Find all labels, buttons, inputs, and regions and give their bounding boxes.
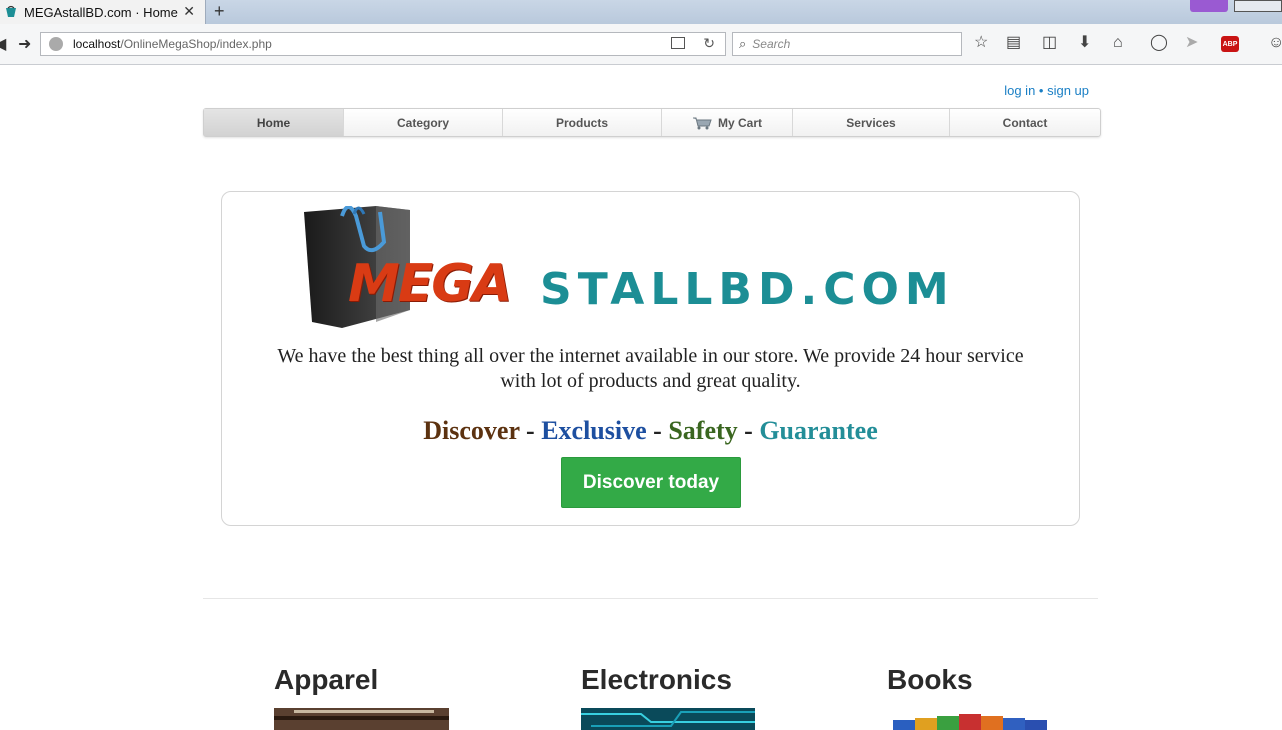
menu-item-my-cart[interactable]: My Cart [661,109,792,136]
cart-icon [692,117,712,129]
download-icon[interactable]: ⬇ [1078,35,1091,51]
reader-view-icon[interactable] [671,37,685,49]
extension-icon[interactable] [1190,0,1228,12]
site-info-icon[interactable] [49,37,63,51]
new-tab-button[interactable]: + [214,1,225,22]
back-arrow-icon[interactable]: ◀ [0,34,6,54]
hero-slogan: Discover - Exclusive - Safety - Guarante… [222,416,1079,446]
slogan-exclusive: Exclusive [541,416,647,445]
window-restore-button[interactable] [1234,0,1282,12]
section-divider [203,598,1098,599]
reload-icon[interactable]: ↻ [703,35,715,52]
category-image-electronics[interactable] [581,708,755,730]
slogan-dash-2: - [646,416,669,445]
category-title-books[interactable]: Books [887,664,973,696]
logo-domain-text: STALLBD.COM [540,264,955,315]
site-favicon-icon [6,5,16,17]
url-host: localhost [73,37,121,51]
main-menu: Home Category Products My Cart Services … [203,108,1101,137]
search-icon: ⌕ [739,36,747,51]
window-controls [1190,0,1282,12]
tab-title: MEGAstallBD.com · Home [24,4,178,20]
slogan-safety: Safety [668,416,738,445]
category-title-electronics[interactable]: Electronics [581,664,732,696]
browser-toolbar: ◀ ➜ localhost/OnlineMegaShop/index.php ↻… [0,24,1282,65]
url-text: localhost/OnlineMegaShop/index.php [73,37,272,51]
menu-item-contact[interactable]: Contact [949,109,1100,136]
browser-tab[interactable]: MEGAstallBD.com · Home ✕ [0,0,206,24]
hero-description: We have the best thing all over the inte… [277,345,1024,392]
address-bar[interactable]: localhost/OnlineMegaShop/index.php ↻ [40,32,726,56]
menu-item-services[interactable]: Services [792,109,949,136]
url-path: /OnlineMegaShop/index.php [120,37,272,51]
browser-tab-bar: MEGAstallBD.com · Home ✕ + [0,0,1282,24]
menu-item-my-cart-label: My Cart [717,115,762,130]
auth-links: log in • sign up [1004,83,1089,98]
slogan-discover: Discover [423,416,520,445]
tab-close-icon[interactable]: ✕ [183,3,195,20]
category-image-apparel[interactable] [274,708,449,730]
search-placeholder: Search [752,37,791,51]
forward-arrow-icon[interactable]: ➜ [18,34,31,54]
category-image-books[interactable] [887,708,1061,730]
discover-today-button[interactable]: Discover today [561,457,741,508]
slogan-guarantee: Guarantee [759,416,878,445]
menu-item-category[interactable]: Category [343,109,502,136]
send-icon[interactable]: ➤ [1185,35,1198,51]
logo-mega-text: MEGA [348,254,512,314]
bookmark-star-icon[interactable]: ☆ [974,35,988,51]
hero-panel: MEGA STALLBD.COM We have the best thing … [221,191,1080,526]
auth-separator: • [1035,83,1048,98]
signup-link[interactable]: sign up [1047,83,1089,98]
bookmarks-list-icon[interactable]: ▤ [1006,35,1021,51]
slogan-dash-1: - [519,416,542,445]
login-link[interactable]: log in [1004,83,1035,98]
search-bar[interactable]: ⌕ Search [732,32,962,56]
slogan-dash-3: - [737,416,760,445]
adblock-icon[interactable]: ABP [1221,36,1239,52]
menu-item-home[interactable]: Home [204,109,343,136]
category-title-apparel[interactable]: Apparel [274,664,378,696]
menu-item-products[interactable]: Products [502,109,661,136]
pocket-icon[interactable]: ◫ [1042,35,1057,51]
chat-icon[interactable]: ◯ [1150,35,1168,51]
home-icon[interactable]: ⌂ [1113,35,1123,51]
menu-extra-icon[interactable]: ☺ [1268,35,1282,51]
